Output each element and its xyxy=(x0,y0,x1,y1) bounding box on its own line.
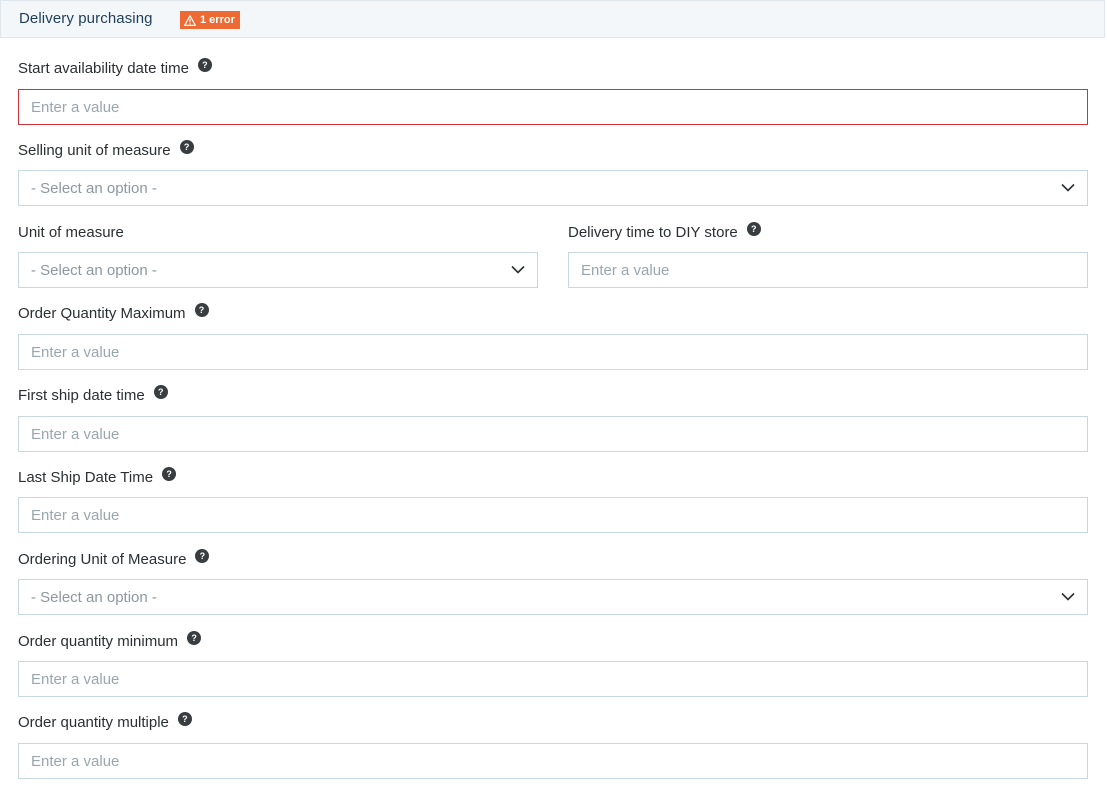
help-icon[interactable]: ? xyxy=(187,630,202,645)
help-icon[interactable]: ? xyxy=(153,384,168,399)
start-availability-label: Start availability date time ? xyxy=(18,57,212,77)
order-qty-max-input[interactable] xyxy=(19,335,1087,369)
start-availability-field[interactable] xyxy=(18,89,1088,125)
help-icon[interactable]: ? xyxy=(162,466,177,481)
section-title: Delivery purchasing xyxy=(19,10,153,27)
help-icon[interactable]: ? xyxy=(197,57,212,72)
chevron-down-icon xyxy=(1061,183,1075,192)
order-qty-max-field[interactable] xyxy=(18,334,1088,370)
uom-select[interactable]: - Select an option - xyxy=(18,252,538,288)
first-ship-input[interactable] xyxy=(19,417,1087,451)
uom-value: - Select an option - xyxy=(31,262,157,279)
ordering-uom-select[interactable]: - Select an option - xyxy=(18,579,1088,615)
order-qty-min-field[interactable] xyxy=(18,661,1088,697)
chevron-down-icon xyxy=(1061,592,1075,601)
order-qty-multiple-label: Order quantity multiple ? xyxy=(18,711,192,731)
help-icon[interactable]: ? xyxy=(194,302,209,317)
error-badge-text: 1 error xyxy=(200,14,235,26)
last-ship-field[interactable] xyxy=(18,497,1088,533)
uom-label: Unit of measure xyxy=(18,224,124,241)
order-qty-min-input[interactable] xyxy=(19,662,1087,696)
order-qty-min-label: Order quantity minimum ? xyxy=(18,630,202,650)
help-icon[interactable]: ? xyxy=(746,221,761,236)
start-availability-input[interactable] xyxy=(19,90,1087,124)
section-header: Delivery purchasing 1 error xyxy=(0,0,1105,38)
help-icon[interactable]: ? xyxy=(179,139,194,154)
delivery-time-label: Delivery time to DIY store ? xyxy=(568,221,761,241)
last-ship-input[interactable] xyxy=(19,498,1087,532)
ordering-uom-label: Ordering Unit of Measure ? xyxy=(18,548,210,568)
delivery-time-input[interactable] xyxy=(569,253,1087,287)
order-qty-max-label: Order Quantity Maximum ? xyxy=(18,302,209,322)
first-ship-field[interactable] xyxy=(18,416,1088,452)
last-ship-label: Last Ship Date Time ? xyxy=(18,466,177,486)
selling-uom-select[interactable]: - Select an option - xyxy=(18,170,1088,206)
first-ship-label: First ship date time ? xyxy=(18,384,168,404)
help-icon[interactable]: ? xyxy=(195,548,210,563)
warning-icon xyxy=(184,14,196,26)
chevron-down-icon xyxy=(511,265,525,274)
order-qty-multiple-field[interactable] xyxy=(18,743,1088,779)
delivery-time-field[interactable] xyxy=(568,252,1088,288)
help-icon[interactable]: ? xyxy=(177,711,192,726)
ordering-uom-value: - Select an option - xyxy=(31,589,157,606)
selling-uom-value: - Select an option - xyxy=(31,180,157,197)
selling-uom-label: Selling unit of measure ? xyxy=(18,139,194,159)
error-badge[interactable]: 1 error xyxy=(180,11,240,29)
order-qty-multiple-input[interactable] xyxy=(19,744,1087,778)
